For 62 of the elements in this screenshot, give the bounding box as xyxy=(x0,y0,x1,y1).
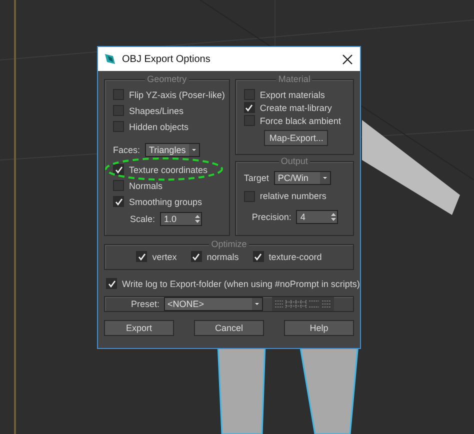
checkbox-label: Normals xyxy=(129,180,163,190)
group-title: Geometry xyxy=(145,74,189,84)
checkbox-label: vertex xyxy=(152,252,177,262)
check-icon xyxy=(138,252,146,260)
group-title: Output xyxy=(278,156,310,166)
close-button[interactable] xyxy=(340,52,354,66)
checkbox-label: Shapes/Lines xyxy=(129,106,184,116)
caret-icon xyxy=(320,172,330,184)
checkbox[interactable] xyxy=(252,251,264,262)
group-title: Optimize xyxy=(209,239,249,249)
checkbox-label: normals xyxy=(206,252,239,262)
check-icon xyxy=(114,166,122,174)
checkbox-label: Texture coordinates xyxy=(129,164,208,174)
spinner-field[interactable]: 4 xyxy=(296,210,338,224)
checkbox[interactable] xyxy=(113,121,124,132)
checkbox[interactable] xyxy=(113,196,124,207)
checkbox[interactable] xyxy=(113,105,124,116)
check-icon xyxy=(245,104,254,112)
app-icon xyxy=(104,53,116,65)
checkbox-label: Export materials xyxy=(260,90,325,100)
faces-label: Faces: xyxy=(113,145,140,155)
checkbox[interactable] xyxy=(244,102,255,113)
checkbox[interactable] xyxy=(244,115,255,126)
checkbox-label: Create mat-library xyxy=(260,102,332,112)
checkbox-label: Force black ambient xyxy=(260,116,341,126)
caret-icon xyxy=(189,144,200,156)
preset-label: Preset: xyxy=(131,299,160,309)
group-title: Material xyxy=(276,74,312,84)
checkbox-label: Write log to Export-folder (when using #noPrompt in scripts) xyxy=(122,278,360,288)
check-icon xyxy=(254,252,262,260)
check-icon xyxy=(108,280,116,288)
spinner-arrows-icon xyxy=(330,210,338,222)
dialog-button[interactable]: Help xyxy=(284,320,354,336)
checkbox[interactable] xyxy=(190,251,202,262)
checkbox[interactable] xyxy=(113,89,124,100)
check-icon xyxy=(114,198,122,206)
map-export-button[interactable]: Map-Export... xyxy=(264,130,328,146)
checkbox-label: texture-coord xyxy=(268,252,322,262)
spinner-field[interactable]: 1.0 xyxy=(160,212,202,226)
checkbox[interactable] xyxy=(244,89,255,100)
checkbox[interactable] xyxy=(106,278,117,289)
precision-label: Precision: xyxy=(252,212,292,222)
checkbox[interactable] xyxy=(244,190,255,202)
caret-icon xyxy=(252,298,262,310)
check-icon xyxy=(192,252,200,260)
checkbox[interactable] xyxy=(113,164,124,175)
preset-grid-icon[interactable] xyxy=(272,297,334,311)
checkbox-label: Hidden objects xyxy=(129,122,189,132)
window-title: OBJ Export Options xyxy=(122,54,212,64)
dropdown[interactable]: <NONE> xyxy=(164,297,263,311)
dropdown[interactable]: PC/Win xyxy=(274,170,331,184)
dialog-button[interactable]: Export xyxy=(104,320,174,336)
dialog-button[interactable]: Cancel xyxy=(194,320,264,336)
checkbox-label: Flip YZ-axis (Poser-like) xyxy=(129,90,225,100)
scale-label: Scale: xyxy=(130,214,156,224)
checkbox-label: Smoothing groups xyxy=(129,196,202,206)
checkbox[interactable] xyxy=(113,180,124,191)
dropdown[interactable]: Triangles xyxy=(145,143,200,157)
checkbox[interactable] xyxy=(136,251,148,262)
spinner-arrows-icon xyxy=(194,213,202,225)
target-label: Target xyxy=(244,172,269,182)
checkbox-label: relative numbers xyxy=(260,191,326,201)
